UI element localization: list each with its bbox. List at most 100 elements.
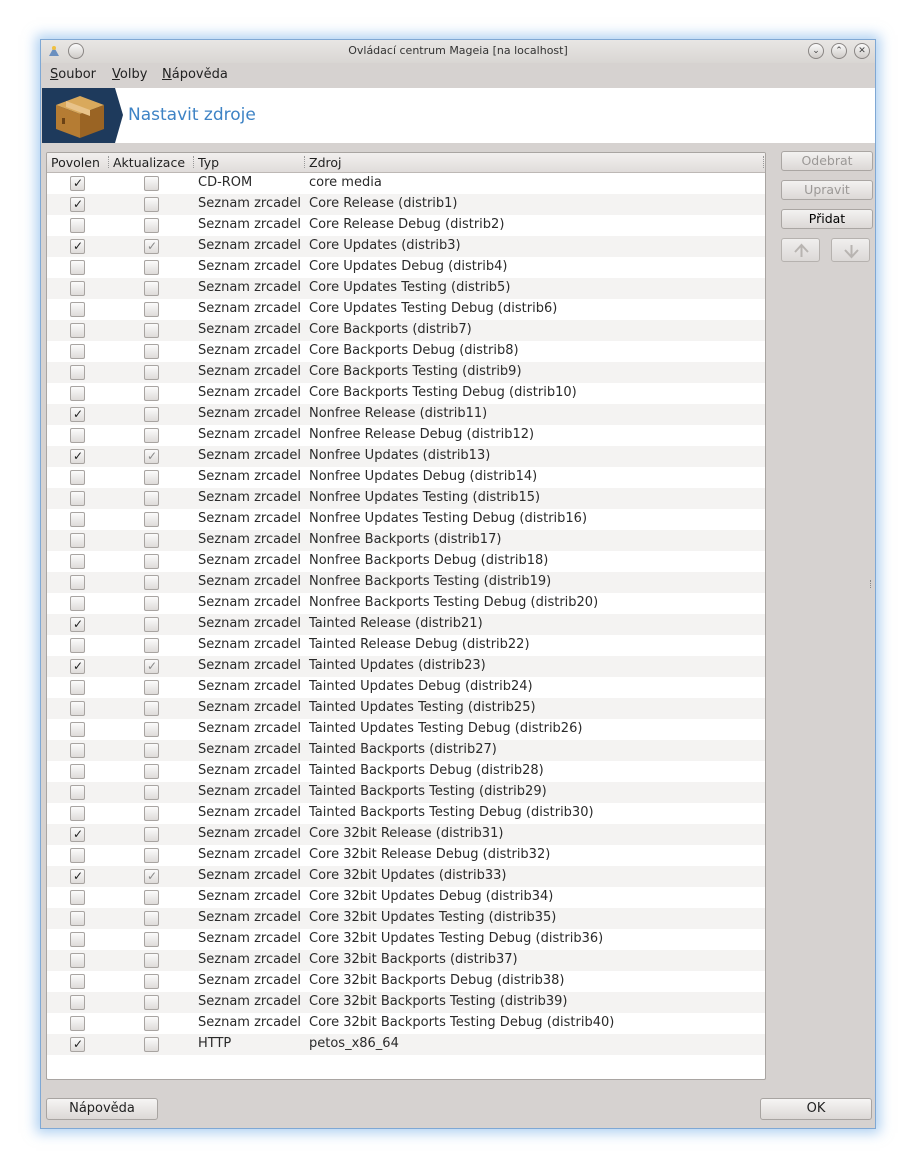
update-checkbox[interactable]: [144, 911, 159, 926]
move-up-button[interactable]: [781, 238, 820, 262]
update-checkbox[interactable]: [144, 806, 159, 821]
table-row[interactable]: Seznam zrcadel Tainted Backports Testing …: [47, 782, 765, 803]
enabled-checkbox[interactable]: [70, 218, 85, 233]
update-checkbox[interactable]: [144, 281, 159, 296]
table-row[interactable]: Seznam zrcadel Core Updates Testing Debug…: [47, 299, 765, 320]
enabled-checkbox[interactable]: [70, 260, 85, 275]
update-checkbox[interactable]: [144, 554, 159, 569]
update-checkbox[interactable]: [144, 575, 159, 590]
enabled-checkbox[interactable]: [70, 680, 85, 695]
enabled-checkbox[interactable]: [70, 554, 85, 569]
update-checkbox[interactable]: [144, 995, 159, 1010]
enabled-checkbox[interactable]: [70, 806, 85, 821]
update-checkbox[interactable]: [144, 722, 159, 737]
update-checkbox[interactable]: [144, 617, 159, 632]
enabled-checkbox[interactable]: [70, 1016, 85, 1031]
update-checkbox[interactable]: [144, 302, 159, 317]
column-separator[interactable]: [193, 156, 195, 168]
table-row[interactable]: Seznam zrcadel Core 32bit Backports Testi…: [47, 1013, 765, 1034]
enabled-checkbox[interactable]: ✓: [70, 869, 85, 884]
update-checkbox[interactable]: ✓: [144, 449, 159, 464]
title-bar[interactable]: Ovládací centrum Mageia [na localhost] ⌄…: [41, 40, 875, 63]
table-row[interactable]: Seznam zrcadel Core 32bit Updates Testing…: [47, 908, 765, 929]
table-row[interactable]: Seznam zrcadel Tainted Backports Debug (d…: [47, 761, 765, 782]
close-icon[interactable]: ✕: [854, 43, 870, 59]
enabled-checkbox[interactable]: [70, 512, 85, 527]
resize-handle[interactable]: [870, 580, 874, 588]
update-checkbox[interactable]: [144, 407, 159, 422]
table-row[interactable]: Seznam zrcadel Core 32bit Updates Debug (…: [47, 887, 765, 908]
table-row[interactable]: Seznam zrcadel Core 32bit Backports Testi…: [47, 992, 765, 1013]
update-checkbox[interactable]: [144, 428, 159, 443]
enabled-checkbox[interactable]: [70, 953, 85, 968]
enabled-checkbox[interactable]: [70, 743, 85, 758]
menu-volby[interactable]: Volby: [112, 67, 147, 82]
update-checkbox[interactable]: [144, 743, 159, 758]
table-row[interactable]: ✓ Seznam zrcadel Nonfree Release (distrib1…: [47, 404, 765, 425]
minimize-icon[interactable]: ⌄: [808, 43, 824, 59]
update-checkbox[interactable]: ✓: [144, 659, 159, 674]
table-row[interactable]: Seznam zrcadel Core 32bit Updates Testing…: [47, 929, 765, 950]
table-row[interactable]: Seznam zrcadel Core Updates Testing (dist…: [47, 278, 765, 299]
update-checkbox[interactable]: [144, 932, 159, 947]
enabled-checkbox[interactable]: [70, 974, 85, 989]
update-checkbox[interactable]: [144, 386, 159, 401]
enabled-checkbox[interactable]: [70, 596, 85, 611]
update-checkbox[interactable]: [144, 365, 159, 380]
enabled-checkbox[interactable]: ✓: [70, 659, 85, 674]
table-row[interactable]: Seznam zrcadel Core 32bit Backports (dist…: [47, 950, 765, 971]
update-checkbox[interactable]: [144, 218, 159, 233]
update-checkbox[interactable]: [144, 533, 159, 548]
enabled-checkbox[interactable]: [70, 995, 85, 1010]
column-header-enabled[interactable]: Povolen: [51, 155, 100, 170]
menu-napoveda[interactable]: Nápověda: [162, 67, 228, 82]
table-row[interactable]: Seznam zrcadel Core Backports (distrib7): [47, 320, 765, 341]
update-checkbox[interactable]: [144, 890, 159, 905]
update-checkbox[interactable]: [144, 848, 159, 863]
enabled-checkbox[interactable]: [70, 386, 85, 401]
media-table[interactable]: Povolen Aktualizace Typ Zdroj ✓ CD-ROM cor…: [46, 152, 766, 1080]
enabled-checkbox[interactable]: [70, 470, 85, 485]
enabled-checkbox[interactable]: ✓: [70, 239, 85, 254]
table-row[interactable]: ✓ Seznam zrcadel Core Release (distrib1): [47, 194, 765, 215]
update-checkbox[interactable]: [144, 1037, 159, 1052]
column-header-type[interactable]: Typ: [198, 155, 219, 170]
update-checkbox[interactable]: [144, 512, 159, 527]
table-row[interactable]: ✓ ✓ Seznam zrcadel Core Updates (distrib3): [47, 236, 765, 257]
enabled-checkbox[interactable]: [70, 281, 85, 296]
update-checkbox[interactable]: [144, 638, 159, 653]
update-checkbox[interactable]: [144, 1016, 159, 1031]
update-checkbox[interactable]: [144, 344, 159, 359]
update-checkbox[interactable]: [144, 596, 159, 611]
help-button[interactable]: Nápověda: [46, 1098, 158, 1120]
table-row[interactable]: Seznam zrcadel Core 32bit Release Debug (…: [47, 845, 765, 866]
table-row[interactable]: Seznam zrcadel Tainted Updates Debug (dis…: [47, 677, 765, 698]
update-checkbox[interactable]: [144, 197, 159, 212]
column-separator[interactable]: [763, 156, 765, 168]
enabled-checkbox[interactable]: [70, 890, 85, 905]
update-checkbox[interactable]: [144, 680, 159, 695]
table-row[interactable]: ✓ CD-ROM core media: [47, 173, 765, 194]
update-checkbox[interactable]: [144, 260, 159, 275]
table-row[interactable]: ✓ HTTP petos_x86_64: [47, 1034, 765, 1055]
enabled-checkbox[interactable]: [70, 638, 85, 653]
column-separator[interactable]: [304, 156, 306, 168]
table-row[interactable]: ✓ ✓ Seznam zrcadel Tainted Updates (distrib…: [47, 656, 765, 677]
enabled-checkbox[interactable]: [70, 575, 85, 590]
table-row[interactable]: Seznam zrcadel Core Backports Testing (di…: [47, 362, 765, 383]
enabled-checkbox[interactable]: [70, 365, 85, 380]
table-row[interactable]: ✓ ✓ Seznam zrcadel Nonfree Updates (distrib…: [47, 446, 765, 467]
enabled-checkbox[interactable]: [70, 785, 85, 800]
column-header-update[interactable]: Aktualizace: [113, 155, 185, 170]
enabled-checkbox[interactable]: ✓: [70, 176, 85, 191]
remove-button[interactable]: Odebrat: [781, 151, 873, 171]
table-row[interactable]: Seznam zrcadel Tainted Backports (distrib…: [47, 740, 765, 761]
edit-button[interactable]: Upravit: [781, 180, 873, 200]
table-row[interactable]: Seznam zrcadel Nonfree Backports Debug (d…: [47, 551, 765, 572]
column-separator[interactable]: [108, 156, 110, 168]
move-down-button[interactable]: [831, 238, 870, 262]
update-checkbox[interactable]: [144, 827, 159, 842]
update-checkbox[interactable]: [144, 323, 159, 338]
enabled-checkbox[interactable]: [70, 932, 85, 947]
table-row[interactable]: Seznam zrcadel Core Backports Debug (dist…: [47, 341, 765, 362]
